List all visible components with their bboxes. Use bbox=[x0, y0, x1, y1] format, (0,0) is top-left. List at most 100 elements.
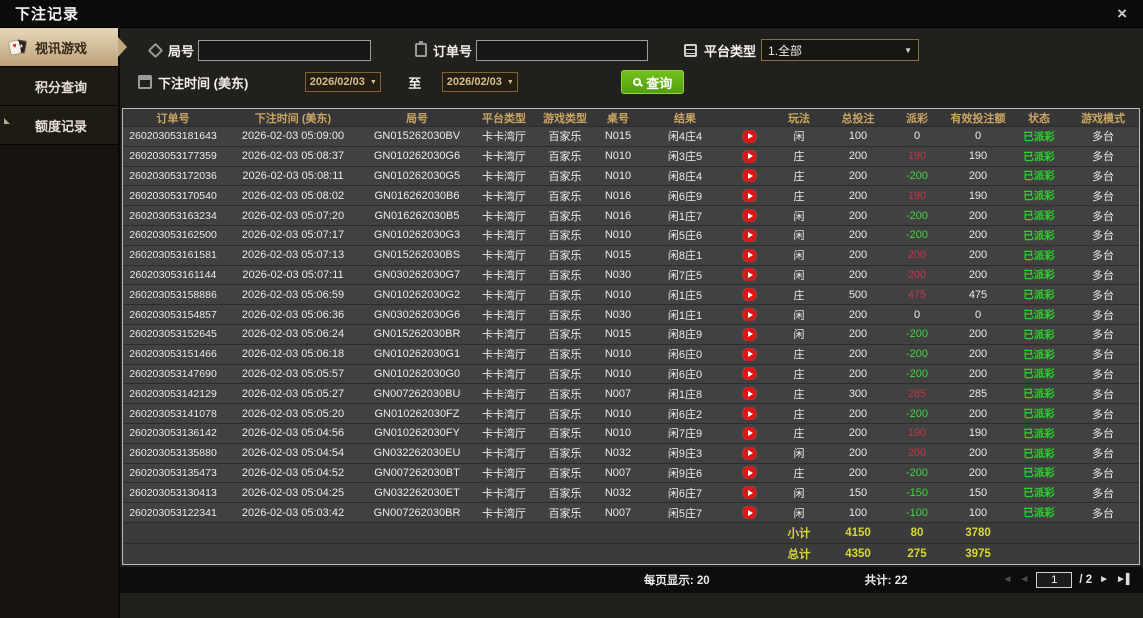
search-panel: 局号 订单号 平台类型 1.全部 ▼ 下注时间 (美东) 2026/02/03 … bbox=[120, 28, 1143, 108]
replay-icon[interactable] bbox=[742, 347, 756, 361]
table-row: 260203053162500 2026-02-03 05:07:17 GN0102… bbox=[123, 224, 1139, 245]
cell-bet-time: 2026-02-03 05:06:18 bbox=[241, 348, 345, 361]
replay-icon[interactable] bbox=[742, 446, 756, 460]
cell-status: 已派彩 bbox=[1023, 427, 1055, 440]
replay-icon[interactable] bbox=[742, 466, 756, 480]
cell-status: 已派彩 bbox=[1023, 170, 1055, 183]
replay-icon[interactable] bbox=[742, 189, 756, 203]
cell-play: 庄 bbox=[793, 368, 805, 381]
order-number-input[interactable] bbox=[476, 39, 649, 61]
cell-result: 闲5庄6 bbox=[667, 230, 703, 243]
cell-game-type: 百家乐 bbox=[548, 467, 582, 480]
first-page-icon[interactable]: ◄ bbox=[1003, 574, 1013, 585]
cell-round-no: GN010262030FZ bbox=[374, 407, 460, 420]
cell-game-mode: 多台 bbox=[1092, 388, 1114, 401]
cell-table-no: N010 bbox=[604, 348, 632, 361]
prev-page-icon[interactable]: ◄ bbox=[1019, 574, 1029, 585]
cell-play: 闲 bbox=[793, 507, 805, 520]
cell-game-type: 百家乐 bbox=[548, 289, 582, 302]
sidebar-item-2[interactable]: 额度记录 bbox=[0, 106, 118, 145]
replay-cell bbox=[727, 129, 771, 143]
sidebar-item-0[interactable]: ♠ ♥ 视讯游戏 bbox=[0, 28, 127, 67]
close-icon[interactable]: × bbox=[1113, 5, 1131, 22]
replay-icon[interactable] bbox=[742, 268, 756, 282]
cell-round-no: GN015262030BV bbox=[373, 130, 461, 143]
cell-total-bet: 200 bbox=[848, 367, 868, 380]
replay-icon[interactable] bbox=[742, 426, 756, 440]
cell-game-type: 百家乐 bbox=[548, 151, 582, 164]
round-number-label: 局号 bbox=[168, 43, 195, 59]
replay-cell bbox=[727, 149, 771, 163]
replay-icon[interactable] bbox=[742, 288, 756, 302]
platform-type-label: 平台类型 bbox=[704, 43, 757, 59]
cell-game-type: 百家乐 bbox=[548, 250, 582, 263]
replay-icon[interactable] bbox=[742, 228, 756, 242]
cell-result: 闲1庄1 bbox=[667, 309, 703, 322]
next-page-icon[interactable]: ► bbox=[1099, 574, 1109, 585]
date-from-select[interactable]: 2026/02/03 ▼ bbox=[305, 72, 382, 92]
replay-icon[interactable] bbox=[742, 387, 756, 401]
cell-platform: 卡卡湾厅 bbox=[482, 388, 526, 401]
cell-total-bet: 500 bbox=[848, 288, 868, 301]
replay-icon[interactable] bbox=[742, 209, 756, 223]
cell-game-mode: 多台 bbox=[1092, 408, 1114, 421]
cell-bet-time: 2026-02-03 05:08:02 bbox=[241, 189, 345, 202]
cell-game-mode: 多台 bbox=[1092, 368, 1114, 381]
cell-result: 闲6庄2 bbox=[667, 408, 703, 421]
cell-status: 已派彩 bbox=[1023, 328, 1055, 341]
cell-platform: 卡卡湾厅 bbox=[482, 349, 526, 362]
cell-play: 闲 bbox=[793, 230, 805, 243]
date-to-select[interactable]: 2026/02/03 ▼ bbox=[442, 72, 519, 92]
round-number-icon bbox=[147, 42, 164, 58]
cell-game-mode: 多台 bbox=[1092, 210, 1114, 223]
cell-status: 已派彩 bbox=[1023, 348, 1055, 361]
cell-game-mode: 多台 bbox=[1092, 289, 1114, 302]
cell-play: 闲 bbox=[793, 250, 805, 263]
cell-result: 闲7庄5 bbox=[667, 269, 703, 282]
table-row: 260203053161144 2026-02-03 05:07:11 GN0302… bbox=[123, 264, 1139, 285]
cell-platform: 卡卡湾厅 bbox=[482, 408, 526, 421]
cell-table-no: N032 bbox=[604, 447, 632, 460]
cell-status: 已派彩 bbox=[1023, 388, 1055, 401]
replay-icon[interactable] bbox=[742, 486, 756, 500]
replay-icon[interactable] bbox=[742, 327, 756, 341]
cell-order-no: 260203053161581 bbox=[129, 249, 217, 262]
cell-play: 庄 bbox=[793, 190, 805, 203]
cell-total-bet: 200 bbox=[848, 229, 868, 242]
replay-icon[interactable] bbox=[742, 506, 756, 520]
cell-platform: 卡卡湾厅 bbox=[482, 368, 526, 381]
replay-icon[interactable] bbox=[742, 149, 756, 163]
cell-status: 已派彩 bbox=[1023, 190, 1055, 203]
cell-result: 闲6庄9 bbox=[667, 190, 703, 203]
replay-icon[interactable] bbox=[742, 129, 756, 143]
cell-platform: 卡卡湾厅 bbox=[482, 131, 526, 144]
column-header-0: 订单号 bbox=[156, 112, 190, 125]
subtotal-row-label: 小计 bbox=[787, 527, 811, 540]
cell-valid-bet: 475 bbox=[968, 288, 988, 301]
cell-bet-time: 2026-02-03 05:05:57 bbox=[241, 367, 345, 380]
total-row-label: 总计 bbox=[787, 548, 811, 561]
sidebar: ♠ ♥ 视讯游戏 积分查询 额度记录 bbox=[0, 28, 127, 618]
cell-round-no: GN016262030B6 bbox=[374, 189, 460, 202]
column-header-11: 有效投注额 bbox=[950, 112, 1006, 125]
table-row: 260203053170540 2026-02-03 05:08:02 GN0162… bbox=[123, 185, 1139, 206]
query-button[interactable]: 查询 bbox=[621, 70, 685, 94]
replay-icon[interactable] bbox=[742, 248, 756, 262]
replay-cell bbox=[727, 288, 771, 302]
betting-records-window: 下注记录 × ♠ ♥ 视讯游戏 积分查询 额度记录 局号 订单号 平台类型 1.全部 ▼ bbox=[0, 0, 1143, 618]
cell-order-no: 260203053170540 bbox=[129, 189, 217, 202]
cell-platform: 卡卡湾厅 bbox=[482, 151, 526, 164]
platform-type-select[interactable]: 1.全部 ▼ bbox=[761, 39, 920, 61]
replay-icon[interactable] bbox=[742, 169, 756, 183]
sidebar-item-1[interactable]: 积分查询 bbox=[0, 67, 118, 106]
cell-valid-bet: 190 bbox=[968, 150, 988, 163]
page-number-input[interactable] bbox=[1036, 571, 1073, 588]
replay-icon[interactable] bbox=[742, 308, 756, 322]
cell-payout: -100 bbox=[905, 506, 929, 519]
last-page-icon[interactable]: ►▌ bbox=[1116, 574, 1133, 585]
round-number-input[interactable] bbox=[198, 39, 372, 61]
cell-bet-time: 2026-02-03 05:05:27 bbox=[241, 387, 345, 400]
replay-icon[interactable] bbox=[742, 367, 756, 381]
cell-order-no: 260203053162500 bbox=[129, 229, 217, 242]
replay-icon[interactable] bbox=[742, 407, 756, 421]
